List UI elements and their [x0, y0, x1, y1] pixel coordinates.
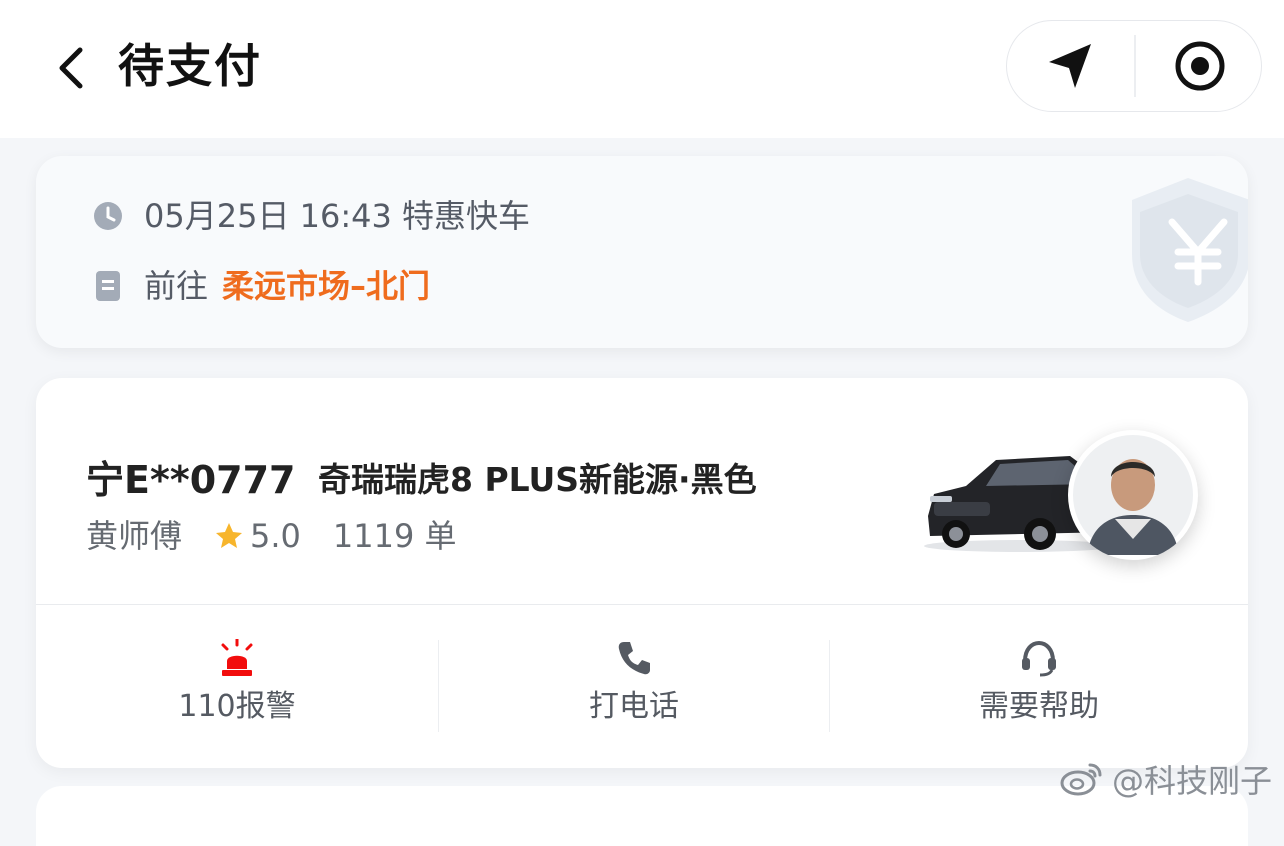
document-icon	[92, 270, 124, 302]
headset-icon	[1020, 637, 1058, 679]
header-action-pill	[1006, 20, 1262, 112]
need-help-label: 需要帮助	[979, 689, 1099, 724]
need-help-button[interactable]: 需要帮助	[830, 622, 1248, 742]
call-driver-label: 打电话	[589, 689, 679, 724]
driver-info: 黄师傅 5.0 1119 单	[86, 514, 457, 558]
watermark: @科技刚子	[1060, 756, 1272, 802]
trip-time-row: 05月25日 16:43 特惠快车	[92, 196, 530, 236]
header-bar: 待支付	[0, 0, 1284, 138]
navigation-button[interactable]	[1007, 21, 1134, 111]
police-110-label: 110报警	[178, 689, 296, 724]
license-plate: 宁E**0777	[86, 458, 296, 502]
driver-avatar[interactable]	[1068, 430, 1198, 560]
destination-name[interactable]: 柔远市场–北门	[222, 266, 430, 306]
clock-icon	[92, 200, 124, 232]
star-icon	[214, 521, 244, 551]
target-icon	[1175, 41, 1224, 91]
driver-photo	[1073, 435, 1193, 555]
driver-order-count: 1119 单	[332, 517, 457, 555]
phone-icon	[616, 637, 652, 679]
call-driver-button[interactable]: 打电话	[439, 622, 829, 742]
page-title: 待支付	[118, 39, 262, 93]
shield-yuan-icon	[1132, 178, 1248, 322]
alarm-siren-icon	[219, 637, 255, 679]
weibo-logo-icon	[1060, 761, 1104, 797]
locate-button[interactable]	[1136, 21, 1263, 111]
destination-prefix: 前往	[144, 267, 209, 305]
trip-destination-row: 前往 柔远市场–北门	[92, 266, 430, 306]
trip-info-card: 05月25日 16:43 特惠快车 前往 柔远市场–北门	[36, 156, 1248, 348]
navigation-arrow-icon	[1048, 44, 1091, 88]
chevron-left-icon	[59, 47, 83, 89]
watermark-text: @科技刚子	[1112, 762, 1273, 800]
driver-name: 黄师傅	[86, 517, 183, 555]
trip-time: 05月25日 16:43 特惠快车	[144, 197, 531, 235]
back-button[interactable]	[46, 40, 96, 96]
driver-card: 宁E**0777 奇瑞瑞虎8 PLUS新能源·黑色 黄师傅 5.0 1119 单	[36, 378, 1248, 768]
car-model: 奇瑞瑞虎8 PLUS新能源·黑色	[318, 460, 757, 499]
driver-rating: 5.0	[250, 517, 301, 555]
card-divider	[36, 604, 1248, 605]
police-110-button[interactable]: 110报警	[36, 622, 438, 742]
